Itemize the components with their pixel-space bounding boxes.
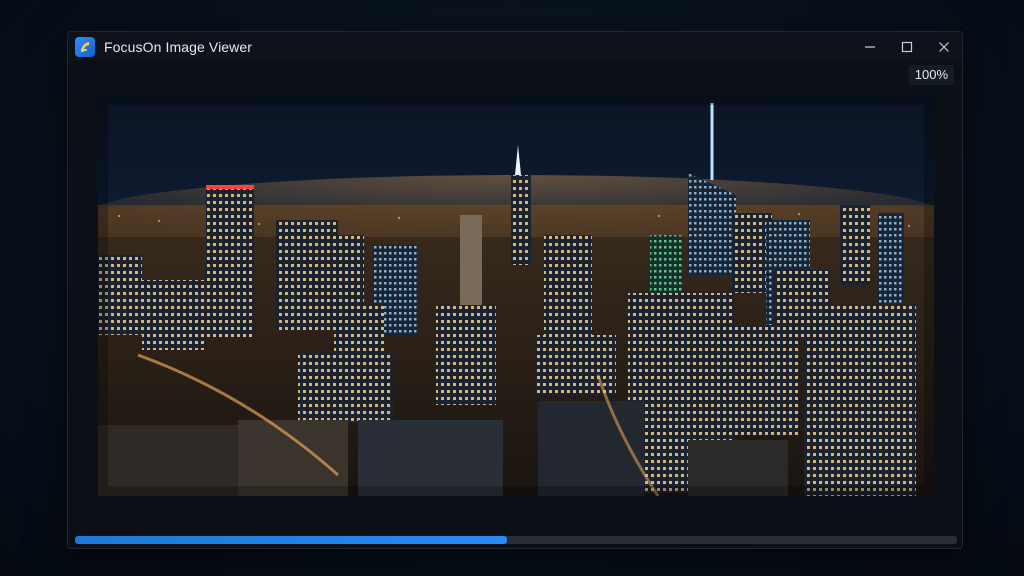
focuson-logo-icon	[75, 36, 95, 57]
city-skyline-image	[98, 95, 934, 496]
maximize-icon	[901, 41, 912, 52]
minimize-icon	[864, 45, 875, 48]
close-icon	[938, 41, 949, 52]
zoom-level-badge: 100%	[908, 65, 954, 85]
image-viewport[interactable]	[98, 95, 934, 496]
progress-fill	[75, 536, 508, 544]
window-controls	[851, 32, 962, 61]
viewer-window: FocusOn Image Viewer 100%	[67, 31, 963, 549]
progress-bar[interactable]	[75, 536, 957, 544]
window-title: FocusOn Image Viewer	[104, 38, 253, 55]
maximize-button[interactable]	[888, 32, 925, 61]
title-bar[interactable]: FocusOn Image Viewer	[68, 32, 962, 61]
close-button[interactable]	[925, 32, 962, 61]
minimize-button[interactable]	[851, 32, 888, 61]
